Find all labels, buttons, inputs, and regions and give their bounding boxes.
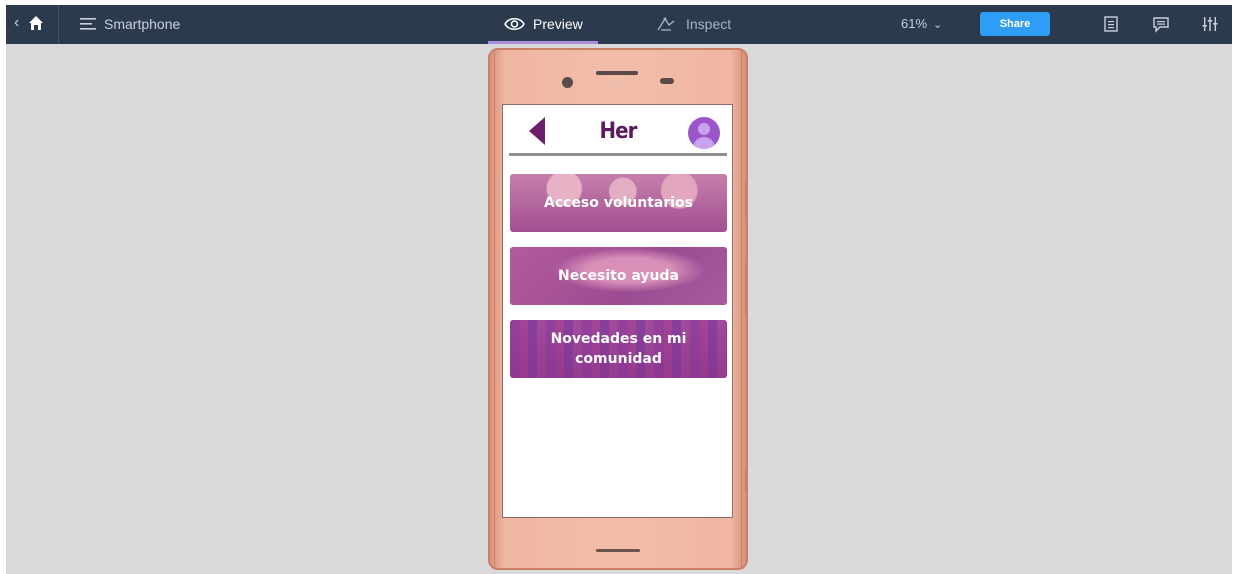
card-label: Novedades en mi comunidad <box>550 331 687 367</box>
header-divider <box>509 153 727 156</box>
app-title: Her <box>599 119 637 144</box>
back-arrow-icon[interactable] <box>529 117 545 145</box>
project-name[interactable]: Smartphone <box>104 16 180 32</box>
earpiece-speaker <box>596 71 638 75</box>
tab-preview-label: Preview <box>533 16 583 32</box>
avatar-head <box>698 123 710 135</box>
power-button <box>745 262 748 314</box>
volume-button <box>745 182 748 218</box>
back-chevron-icon[interactable]: ‹ <box>14 14 19 32</box>
device-brand-logo: SONY <box>599 79 637 92</box>
tab-preview[interactable]: Preview <box>488 5 598 44</box>
settings-sliders-icon[interactable] <box>1201 15 1219 33</box>
card-label: Necesito ayuda <box>558 268 679 284</box>
card-label: Acceso voluntarios <box>543 195 694 211</box>
phone-screen: Her Acceso voluntarios Necesito ayuda No… <box>502 104 733 518</box>
need-help-button[interactable]: Necesito ayuda <box>510 247 727 305</box>
smartphone-frame: SONY Her Acceso voluntarios Necesito ayu… <box>488 48 748 570</box>
home-icon[interactable] <box>28 15 44 31</box>
comment-icon[interactable] <box>1152 15 1170 33</box>
preview-canvas: SONY Her Acceso voluntarios Necesito ayu… <box>6 44 1232 574</box>
tab-inspect-label: Inspect <box>686 16 732 32</box>
camera-button <box>745 470 748 492</box>
bottom-speaker <box>596 549 640 552</box>
tab-inspect[interactable]: Inspect <box>656 5 756 44</box>
avatar-body <box>693 137 715 149</box>
volunteer-access-button[interactable]: Acceso voluntarios <box>510 174 727 232</box>
zoom-dropdown[interactable]: 61% ⌄ <box>901 16 942 31</box>
user-avatar-icon[interactable] <box>688 117 720 149</box>
document-icon[interactable] <box>1102 15 1120 33</box>
eye-icon <box>504 18 525 30</box>
top-toolbar: ‹ Smartphone Preview Inspect 61% ⌄ Share <box>6 5 1232 44</box>
proximity-sensor <box>660 78 674 84</box>
front-camera <box>562 77 573 88</box>
zoom-value: 61% <box>901 16 928 31</box>
inspect-icon <box>657 17 675 31</box>
menu-icon[interactable] <box>80 17 96 31</box>
chevron-down-icon: ⌄ <box>933 19 943 31</box>
toolbar-divider <box>58 5 59 44</box>
share-button[interactable]: Share <box>980 12 1050 36</box>
community-news-button[interactable]: Novedades en mi comunidad <box>510 320 727 378</box>
